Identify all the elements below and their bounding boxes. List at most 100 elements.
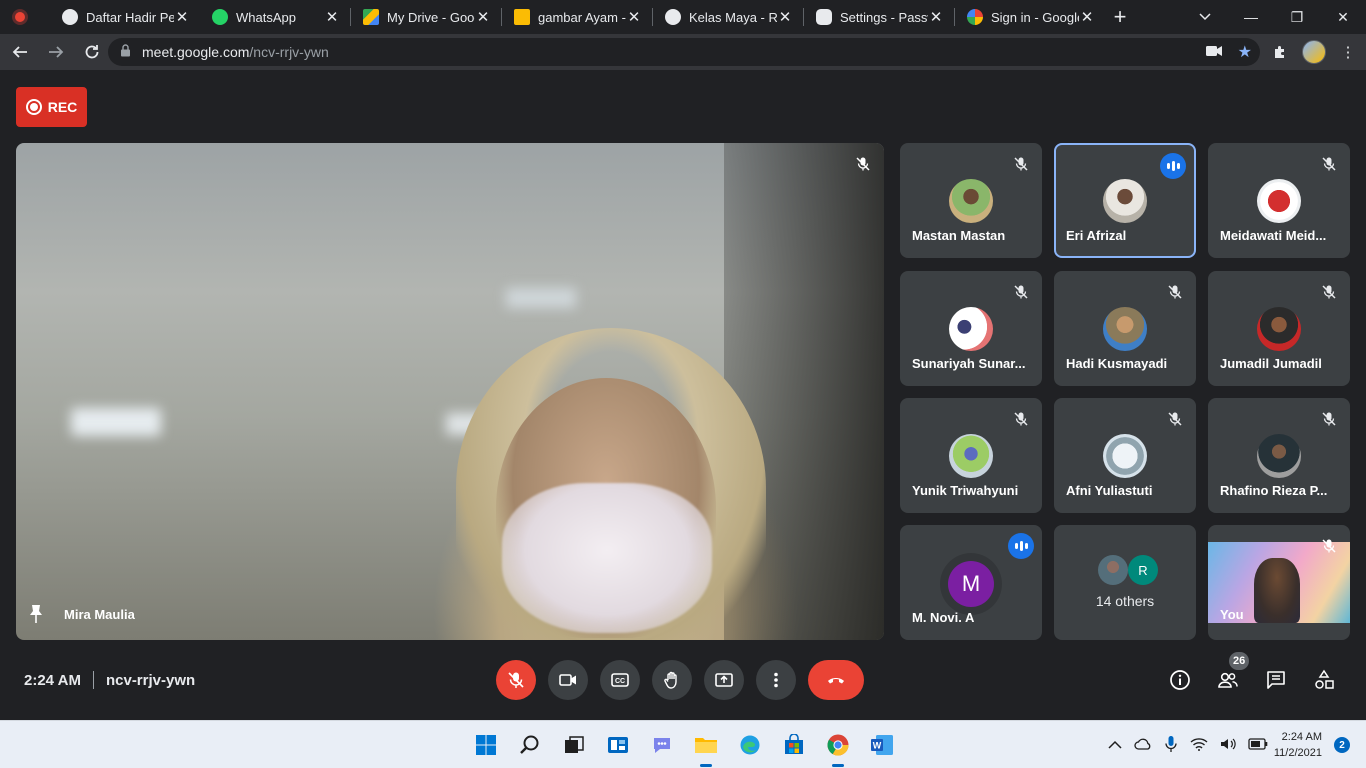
recording-indicator[interactable]: REC [16,87,87,127]
notification-badge[interactable]: 2 [1334,737,1350,753]
participant-tile[interactable]: Yunik Triwahyuni [900,398,1042,513]
chat-icon [1267,671,1285,689]
close-window-icon[interactable]: ✕ [1320,0,1366,34]
participant-name: Sunariyah Sunar... [912,356,1026,371]
whatsapp-icon [212,9,228,25]
file-explorer-icon[interactable] [692,731,720,767]
microphone-icon[interactable] [1164,735,1178,756]
avatar [1103,307,1147,351]
widgets-icon[interactable] [604,731,632,759]
taskbar-date: 11/2/2021 [1273,747,1322,759]
tab-search-chevron-icon[interactable] [1192,0,1218,34]
participant-name: M. Novi. A [912,610,975,625]
leave-call-button[interactable] [808,660,864,700]
more-options-button[interactable] [756,660,796,700]
forward-arrow-icon[interactable] [40,36,72,68]
puzzle-extensions-icon[interactable] [1268,40,1292,64]
avatar [1257,434,1301,478]
present-screen-button[interactable] [704,660,744,700]
camera-in-use-icon[interactable] [1205,44,1222,60]
tray-chevron-icon[interactable] [1108,738,1122,753]
camera-toggle-button[interactable] [548,660,588,700]
participant-tile[interactable]: Hadi Kusmayadi [1054,271,1196,386]
bookmark-star-icon[interactable]: ★ [1238,42,1252,62]
raise-hand-button[interactable] [652,660,692,700]
participant-name: Rhafino Rieza P... [1220,483,1328,498]
meeting-control-bar: 2:24 AM ncv-rrjv-ywn CC [0,640,1366,720]
mic-off-icon [1318,535,1340,557]
omnibox-icons: ★ [1205,38,1252,66]
windows-start-icon[interactable] [472,731,500,759]
lock-icon[interactable] [120,44,134,60]
avatar [949,434,993,478]
participant-tile[interactable]: Afni Yuliastuti [1054,398,1196,513]
onedrive-cloud-icon[interactable] [1134,738,1152,753]
tab-settings[interactable]: Settings - Passw ✕ [804,0,954,34]
self-label: You [1220,607,1244,622]
participant-tile[interactable]: Eri Afrizal [1054,143,1196,258]
people-icon [1218,672,1238,688]
participant-name: Jumadil Jumadil [1220,356,1322,371]
tab-title: Daftar Hadir Per [86,9,174,25]
captions-button[interactable]: CC [600,660,640,700]
participant-tile[interactable]: Mastan Mastan [900,143,1042,258]
self-tile[interactable]: You [1208,525,1350,640]
back-arrow-icon[interactable] [4,36,36,68]
participant-tile[interactable]: Meidawati Meid... [1208,143,1350,258]
taskbar-clock[interactable]: 2:24 AM 11/2/2021 [1274,729,1322,761]
participant-tile[interactable]: Rhafino Rieza P... [1208,398,1350,513]
others-tile[interactable]: R 14 others [1054,525,1196,640]
tab-whatsapp[interactable]: WhatsApp ✕ [200,0,350,34]
address-bar[interactable]: meet.google.com/ncv-rrjv-ywn ★ [108,38,1260,66]
wifi-icon[interactable] [1190,737,1208,754]
others-avatar-stack: R [1098,555,1158,585]
microsoft-store-icon[interactable] [780,731,808,759]
word-icon[interactable]: W [868,731,896,759]
avatar [949,307,993,351]
teams-chat-icon[interactable] [648,731,676,759]
rec-label: REC [47,99,78,115]
tab-title: WhatsApp [236,9,296,25]
minimize-icon[interactable]: — [1228,0,1274,34]
chrome-browser-icon[interactable] [824,731,852,767]
participant-name: Hadi Kusmayadi [1066,356,1168,371]
mic-toggle-button[interactable] [496,660,536,700]
volume-icon[interactable] [1220,737,1236,754]
participant-tile[interactable]: Jumadil Jumadil [1208,271,1350,386]
close-icon[interactable]: ✕ [324,8,340,26]
close-icon[interactable]: ✕ [626,8,642,26]
tab-title: Kelas Maya - Ru [689,9,777,25]
tab-gambar-ayam[interactable]: gambar Ayam - ✕ [502,0,652,34]
tab-sign-in[interactable]: Sign in - Google ✕ [955,0,1105,34]
meeting-details-button[interactable] [1164,664,1196,696]
kebab-menu-icon [774,672,778,688]
tab-meet[interactable] [0,0,50,34]
profile-avatar[interactable] [1302,40,1326,64]
task-view-icon[interactable] [560,731,588,759]
pin-icon[interactable] [28,604,44,624]
restore-icon[interactable]: ❐ [1274,0,1320,34]
new-tab-button[interactable]: + [1105,0,1135,34]
close-icon[interactable]: ✕ [1079,8,1095,26]
close-icon[interactable]: ✕ [928,8,944,26]
reload-icon[interactable] [76,36,108,68]
kebab-menu-icon[interactable]: ⋮ [1336,40,1360,64]
participant-tile[interactable]: Sunariyah Sunar... [900,271,1042,386]
close-icon[interactable]: ✕ [475,8,491,26]
edge-browser-icon[interactable] [736,731,764,759]
tab-kelas-maya[interactable]: Kelas Maya - Ru ✕ [653,0,803,34]
tab-title: Sign in - Google [991,9,1079,25]
avatar [949,179,993,223]
chat-button[interactable] [1260,664,1292,696]
ceiling-light [506,288,576,308]
tab-my-drive[interactable]: My Drive - Goog ✕ [351,0,501,34]
search-icon[interactable] [516,731,544,759]
main-speaker-tile[interactable]: Mira Maulia [16,143,884,640]
activities-button[interactable] [1308,664,1340,696]
close-icon[interactable]: ✕ [174,8,190,26]
tab-daftar-hadir[interactable]: Daftar Hadir Per ✕ [50,0,200,34]
participant-tile[interactable]: M M. Novi. A [900,525,1042,640]
battery-icon[interactable] [1248,737,1268,753]
close-icon[interactable]: ✕ [777,8,793,26]
mic-off-icon [1010,408,1032,430]
